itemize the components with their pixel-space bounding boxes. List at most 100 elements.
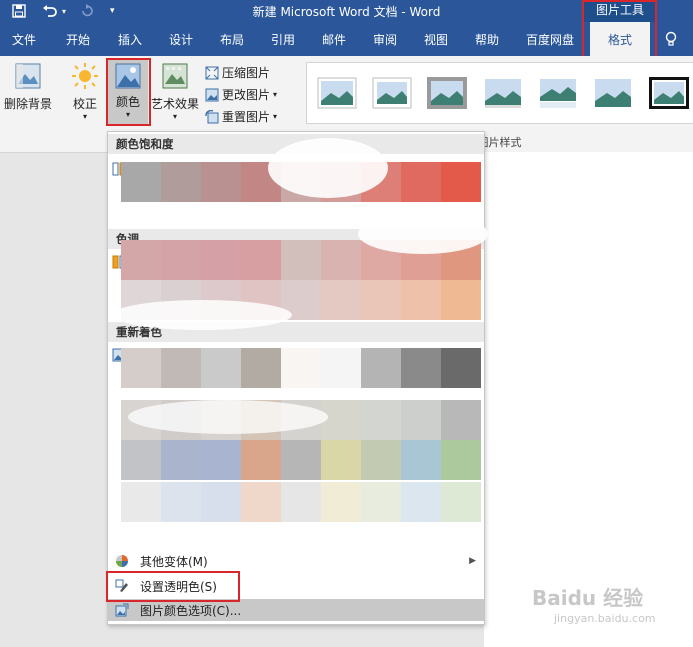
recolor-swatch[interactable] bbox=[401, 440, 441, 480]
corrections-dropdown-icon: ▾ bbox=[82, 112, 87, 121]
artistic-effects-button[interactable]: 艺术效果 ▾ bbox=[150, 62, 200, 121]
picture-style-5[interactable] bbox=[538, 77, 578, 109]
tone-swatch[interactable] bbox=[161, 240, 201, 280]
recolor-swatch[interactable] bbox=[441, 348, 481, 388]
title-bar: ▾ ▾ 新建 Microsoft Word 文档 - Word 图片工具 bbox=[0, 0, 693, 22]
eyedropper-icon bbox=[114, 578, 130, 594]
recolor-swatch[interactable] bbox=[241, 482, 281, 522]
reset-picture-label: 重置图片 bbox=[222, 110, 271, 124]
tone-swatch[interactable] bbox=[321, 240, 361, 280]
sun-icon bbox=[72, 63, 98, 89]
more-variants-menu-item[interactable]: 其他变体(M) ▶ bbox=[108, 550, 484, 572]
color-dropdown-icon: ▾ bbox=[125, 110, 130, 119]
compress-icon bbox=[205, 66, 219, 79]
recolor-swatch[interactable] bbox=[121, 482, 161, 522]
recolor-swatch[interactable] bbox=[441, 400, 481, 440]
recolor-swatch[interactable] bbox=[161, 348, 201, 388]
artistic-effects-icon bbox=[162, 63, 188, 89]
recolor-swatch[interactable] bbox=[281, 440, 321, 480]
change-picture-icon bbox=[205, 88, 219, 101]
picture-color-options-icon bbox=[114, 602, 130, 618]
tab-layout[interactable]: 布局 bbox=[216, 22, 248, 56]
saturation-swatch[interactable] bbox=[201, 162, 241, 202]
tab-baidu-netdisk[interactable]: 百度网盘 bbox=[520, 22, 580, 56]
tone-swatch[interactable] bbox=[441, 280, 481, 320]
recolor-swatch[interactable] bbox=[281, 482, 321, 522]
tone-swatch[interactable] bbox=[361, 280, 401, 320]
remove-background-label: 删除背景 bbox=[3, 97, 52, 111]
compress-label: 压缩图片 bbox=[222, 66, 271, 80]
corrections-button[interactable]: 校正 ▾ bbox=[66, 62, 104, 121]
picture-style-3[interactable] bbox=[427, 77, 467, 109]
tab-review[interactable]: 审阅 bbox=[369, 22, 401, 56]
recolor-swatch[interactable] bbox=[121, 348, 161, 388]
picture-style-2[interactable] bbox=[372, 77, 412, 109]
picture-style-4[interactable] bbox=[483, 77, 523, 109]
picture-style-7[interactable] bbox=[649, 77, 689, 109]
remove-background-button[interactable]: 删除背景 bbox=[2, 62, 54, 112]
recolor-swatch[interactable] bbox=[321, 348, 361, 388]
picture-style-1[interactable] bbox=[317, 77, 357, 109]
saturation-swatch[interactable] bbox=[441, 162, 481, 202]
tone-swatch[interactable] bbox=[281, 240, 321, 280]
picture-style-6[interactable] bbox=[593, 77, 633, 109]
recolor-swatch[interactable] bbox=[321, 400, 361, 440]
tab-insert[interactable]: 插入 bbox=[114, 22, 146, 56]
recolor-swatch[interactable] bbox=[281, 348, 321, 388]
recolor-swatch[interactable] bbox=[241, 440, 281, 480]
recolor-swatch[interactable] bbox=[401, 482, 441, 522]
reset-picture-dropdown-icon: ▾ bbox=[273, 112, 278, 121]
tone-swatch[interactable] bbox=[201, 240, 241, 280]
picture-color-options-menu-item[interactable]: 图片颜色选项(C)... bbox=[108, 599, 484, 621]
recolor-swatch[interactable] bbox=[161, 482, 201, 522]
tab-home[interactable]: 开始 bbox=[62, 22, 94, 56]
recolor-swatch[interactable] bbox=[441, 440, 481, 480]
color-button[interactable]: 颜色 ▾ bbox=[108, 60, 148, 124]
saturation-swatch[interactable] bbox=[161, 162, 201, 202]
change-picture-dropdown-icon: ▾ bbox=[273, 90, 278, 99]
recolor-swatch[interactable] bbox=[361, 400, 401, 440]
tab-format[interactable]: 格式 bbox=[590, 22, 650, 56]
saturation-swatch[interactable] bbox=[401, 162, 441, 202]
mask-blob bbox=[112, 300, 292, 330]
tab-view[interactable]: 视图 bbox=[420, 22, 452, 56]
recolor-swatch[interactable] bbox=[321, 482, 361, 522]
tab-help[interactable]: 帮助 bbox=[471, 22, 503, 56]
change-picture-button[interactable]: 更改图片 ▾ bbox=[205, 86, 277, 103]
set-transparent-color-menu-item[interactable]: 设置透明色(S) bbox=[108, 575, 484, 597]
tone-swatch[interactable] bbox=[401, 280, 441, 320]
tab-mailings[interactable]: 邮件 bbox=[318, 22, 350, 56]
recolor-swatch[interactable] bbox=[121, 440, 161, 480]
recolor-swatch[interactable] bbox=[161, 440, 201, 480]
recolor-swatch[interactable] bbox=[321, 440, 361, 480]
tab-file[interactable]: 文件 bbox=[8, 22, 40, 56]
recolor-swatch[interactable] bbox=[361, 440, 401, 480]
recolor-swatch[interactable] bbox=[401, 348, 441, 388]
saturation-swatch[interactable] bbox=[121, 162, 161, 202]
recolor-swatch[interactable] bbox=[241, 348, 281, 388]
tab-references[interactable]: 引用 bbox=[267, 22, 299, 56]
recolor-swatch[interactable] bbox=[201, 482, 241, 522]
recolor-swatch[interactable] bbox=[441, 482, 481, 522]
palette-icon bbox=[114, 553, 130, 569]
picture-styles-gallery bbox=[306, 62, 693, 124]
tone-swatch[interactable] bbox=[241, 240, 281, 280]
recolor-swatch[interactable] bbox=[361, 348, 401, 388]
mask-blob bbox=[128, 400, 328, 434]
tone-swatch[interactable] bbox=[121, 240, 161, 280]
more-variants-label: 其他变体(M) bbox=[140, 554, 208, 569]
baidu-watermark: Baidu 经验 bbox=[532, 586, 644, 610]
reset-picture-button[interactable]: 重置图片 ▾ bbox=[205, 108, 277, 125]
document-page[interactable] bbox=[484, 152, 693, 647]
recolor-swatch[interactable] bbox=[401, 400, 441, 440]
tone-swatch[interactable] bbox=[321, 280, 361, 320]
tab-design[interactable]: 设计 bbox=[165, 22, 197, 56]
lightbulb-icon[interactable] bbox=[665, 31, 677, 47]
recolor-swatch[interactable] bbox=[361, 482, 401, 522]
compress-pictures-button[interactable]: 压缩图片 bbox=[205, 64, 270, 81]
recolor-swatch[interactable] bbox=[201, 348, 241, 388]
color-label: 颜色 bbox=[115, 95, 140, 109]
recolor-swatch[interactable] bbox=[201, 440, 241, 480]
remove-background-icon bbox=[15, 63, 41, 89]
picture-color-options-label: 图片颜色选项(C)... bbox=[140, 603, 242, 618]
